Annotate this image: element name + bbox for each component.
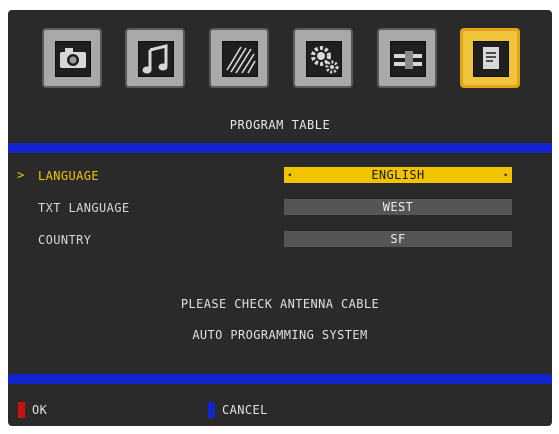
channel-icon[interactable] — [209, 28, 269, 88]
picture-icon[interactable] — [42, 28, 102, 88]
menu-row-txt-language[interactable]: TXT LANGUAGE WEST — [8, 199, 552, 217]
arrow-left-icon[interactable]: ◂ — [287, 167, 292, 183]
page-title: PROGRAM TABLE — [229, 118, 331, 132]
tv-osd-screen: PROGRAM TABLE > LANGUAGE ◂ ENGLISH ▸ TXT… — [8, 10, 552, 426]
country-value[interactable]: SF — [284, 231, 512, 247]
bottom-divider-bar — [8, 374, 552, 384]
language-label: LANGUAGE — [38, 169, 99, 183]
blue-key-icon — [208, 402, 215, 418]
antenna-message: PLEASE CHECK ANTENNA CABLE — [180, 297, 380, 311]
txt-language-value[interactable]: WEST — [284, 199, 512, 215]
arrow-right-icon[interactable]: ▸ — [504, 167, 509, 183]
red-key-icon — [18, 402, 25, 418]
selection-cursor: > — [17, 168, 25, 182]
txt-language-label: TXT LANGUAGE — [38, 201, 130, 215]
cancel-label: CANCEL — [222, 403, 268, 417]
document-icon[interactable] — [460, 28, 520, 88]
ok-label: OK — [32, 403, 48, 417]
top-divider-bar — [8, 143, 552, 153]
menu-icon-bar — [8, 28, 552, 92]
language-value[interactable]: ◂ ENGLISH ▸ — [284, 167, 512, 183]
country-label: COUNTRY — [38, 233, 92, 247]
auto-program-message: AUTO PROGRAMMING SYSTEM — [192, 328, 368, 342]
connection-icon[interactable] — [377, 28, 437, 88]
menu-row-language[interactable]: > LANGUAGE ◂ ENGLISH ▸ — [8, 167, 552, 185]
setup-icon[interactable] — [293, 28, 353, 88]
music-icon[interactable] — [125, 28, 185, 88]
menu-row-country[interactable]: COUNTRY SF — [8, 231, 552, 249]
